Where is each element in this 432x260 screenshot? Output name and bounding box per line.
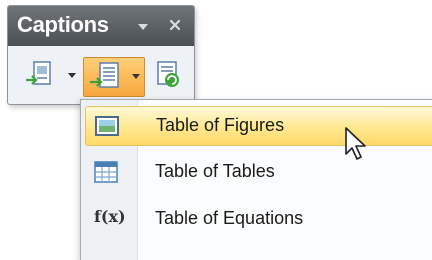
update-table-button[interactable]	[151, 58, 185, 94]
insert-table-of-captions-icon	[90, 62, 140, 88]
insert-table-of-captions-button[interactable]	[83, 57, 145, 97]
menu-item-label: Table of Tables	[155, 161, 275, 181]
captions-panel: Captions	[7, 5, 195, 105]
menu-item-table-of-tables[interactable]: Table of Tables	[85, 153, 432, 191]
image-icon	[95, 116, 119, 136]
menu-item-table-of-figures[interactable]: Table of Figures	[85, 106, 432, 146]
table-icon	[94, 161, 118, 183]
panel-title: Captions	[17, 12, 109, 37]
table-of-captions-menu: Table of Figures Table of Tables f(x) Ta…	[80, 99, 432, 260]
menu-item-label: Table of Equations	[155, 208, 304, 228]
close-icon[interactable]	[168, 18, 182, 32]
fx-icon: f(x)	[94, 207, 126, 226]
menu-item-table-of-equations[interactable]: f(x) Table of Equations	[85, 200, 432, 238]
update-table-icon	[157, 61, 179, 87]
insert-caption-button[interactable]	[20, 58, 78, 94]
panel-menu-arrow-icon[interactable]	[136, 20, 150, 32]
panel-header: Captions	[8, 6, 194, 46]
insert-caption-icon	[26, 61, 76, 85]
mouse-cursor-icon	[345, 127, 366, 160]
menu-item-label: Table of Figures	[156, 115, 285, 135]
